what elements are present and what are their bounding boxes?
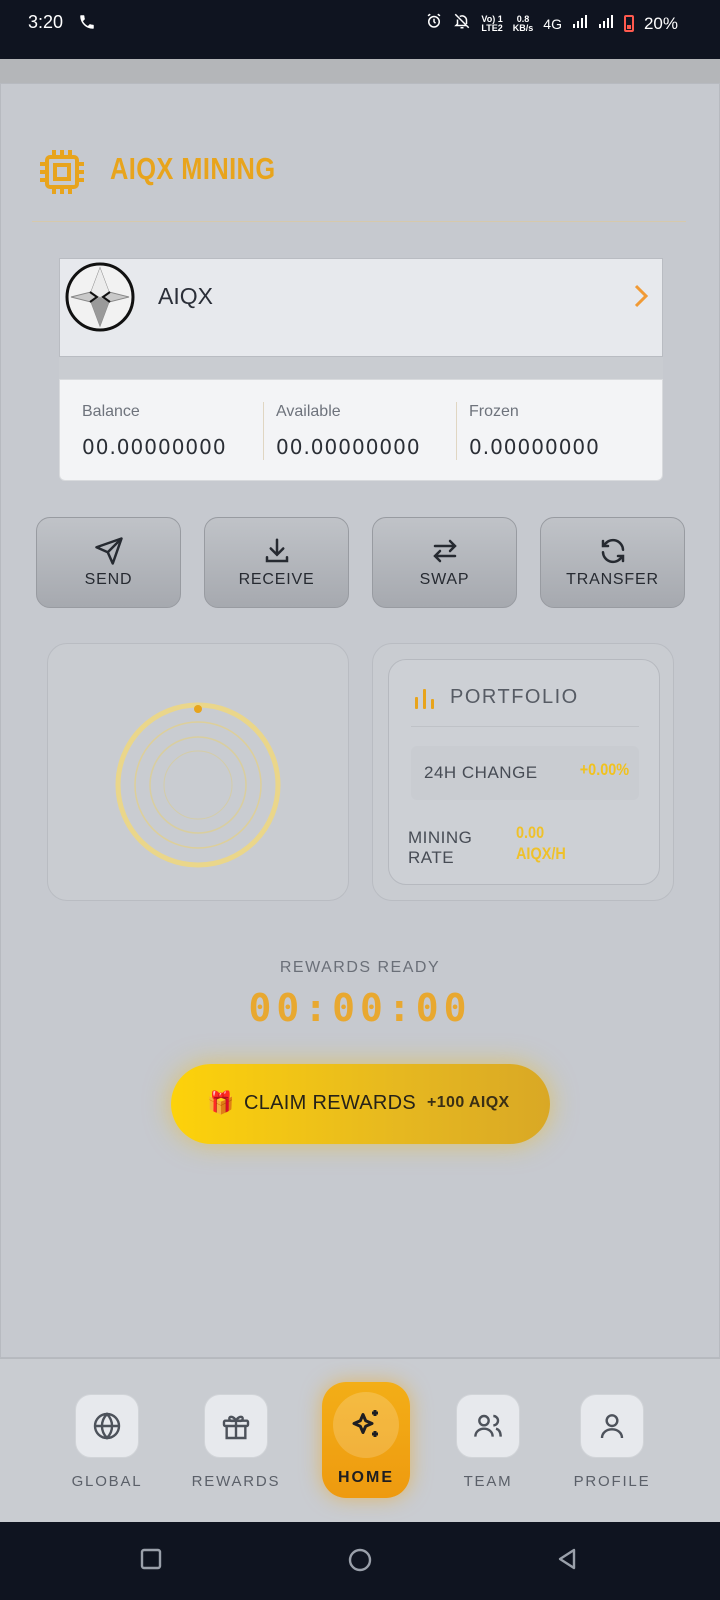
- nav-global-bubble: [75, 1394, 139, 1458]
- mining-rings: [115, 702, 281, 868]
- bar-chart-icon: [413, 685, 437, 716]
- brand-title: AIQX MINING: [110, 151, 276, 186]
- nav-profile-bubble: [580, 1394, 644, 1458]
- back-button[interactable]: [555, 1547, 579, 1576]
- change-row: 24H CHANGE +0.00%: [411, 746, 639, 800]
- back-triangle-icon: [558, 1548, 576, 1570]
- home-system-button[interactable]: [347, 1547, 373, 1578]
- gift-icon: [222, 1415, 250, 1440]
- nav-team-label: TEAM: [463, 1473, 513, 1490]
- top-strip: [0, 59, 720, 83]
- chevron-right-icon: [632, 283, 650, 316]
- balance-divider: [456, 402, 457, 460]
- portfolio-title: PORTFOLIO: [450, 686, 579, 708]
- receive-button[interactable]: RECEIVE: [204, 517, 349, 608]
- coin-logo: [65, 262, 135, 332]
- claim-bonus: +100 AIQX: [427, 1094, 510, 1111]
- gift-icon: 🎁: [207, 1090, 235, 1115]
- send-button[interactable]: SEND: [36, 517, 181, 608]
- nav-team[interactable]: TEAM: [433, 1359, 543, 1523]
- mining-visual-panel: [47, 643, 349, 901]
- balance-divider: [263, 402, 264, 460]
- transfer-label: TRANSFER: [566, 571, 659, 588]
- available-label: Available: [276, 403, 341, 420]
- square-icon: [140, 1548, 162, 1570]
- nav-rewards[interactable]: REWARDS: [181, 1359, 291, 1523]
- portfolio-panel: PORTFOLIO 24H CHANGE +0.00% MINING RATE 0…: [372, 643, 674, 901]
- nav-global[interactable]: GLOBAL: [52, 1359, 162, 1523]
- user-icon: [600, 1414, 624, 1439]
- wallet-spacer: [59, 357, 663, 379]
- mining-rate-label: MINING RATE: [408, 828, 473, 867]
- network-type: 4G: [543, 15, 562, 32]
- users-icon: [474, 1414, 502, 1437]
- send-label: SEND: [84, 571, 133, 588]
- receive-label: RECEIVE: [238, 571, 315, 588]
- balance-label: Balance: [82, 403, 140, 420]
- battery-level: 20%: [643, 13, 678, 33]
- wallet-coin-row[interactable]: AIQX: [59, 258, 663, 357]
- nav-profile[interactable]: PROFILE: [557, 1359, 667, 1523]
- system-nav-bar: [0, 1522, 720, 1600]
- circle-icon: [348, 1548, 372, 1572]
- frozen-value: 0.00000000: [469, 435, 600, 459]
- swap-label: SWAP: [419, 571, 470, 588]
- signal-icon: [572, 13, 588, 34]
- claim-rewards-label: CLAIM REWARDS: [244, 1092, 417, 1114]
- available-value: 00.00000000: [276, 435, 421, 459]
- nav-home-label: HOME: [338, 1469, 394, 1486]
- refresh-icon: [601, 538, 624, 564]
- status-time: 3:20: [28, 12, 64, 32]
- portfolio-divider: [411, 726, 639, 727]
- nav-rewards-bubble: [204, 1394, 268, 1458]
- send-icon: [94, 537, 123, 565]
- claim-rewards-button[interactable]: 🎁 CLAIM REWARDS +100 AIQX: [171, 1064, 550, 1144]
- coin-name: AIQX: [158, 283, 213, 309]
- sparkle-icon: [352, 1410, 378, 1437]
- alarm-icon: [425, 12, 443, 35]
- header-divider: [32, 221, 686, 222]
- nav-team-bubble: [456, 1394, 520, 1458]
- transfer-button[interactable]: TRANSFER: [540, 517, 685, 608]
- nav-global-label: GLOBAL: [71, 1473, 143, 1490]
- change-value: +0.00%: [579, 760, 629, 779]
- recents-button[interactable]: [139, 1547, 163, 1576]
- nav-rewards-label: REWARDS: [191, 1473, 281, 1490]
- volte-indicator: Vo) 1 LTE2: [481, 13, 503, 33]
- wallet-balances: Balance 00.00000000 Available 00.0000000…: [59, 379, 663, 481]
- nav-home[interactable]: HOME: [322, 1382, 410, 1498]
- balance-value: 00.00000000: [82, 435, 227, 459]
- swap-button[interactable]: SWAP: [372, 517, 517, 608]
- status-bar: 3:20 Vo) 1 LTE2 0.8 KB/s 4G 20%: [0, 0, 720, 59]
- battery-icon: [623, 15, 634, 32]
- change-label: 24H CHANGE: [424, 763, 538, 782]
- rewards-timer: 00:00:00: [248, 986, 472, 1030]
- nav-home-bubble: [333, 1392, 399, 1458]
- frozen-label: Frozen: [469, 403, 519, 420]
- mute-icon: [453, 12, 471, 35]
- rewards-label: REWARDS READY: [279, 959, 441, 976]
- mining-rate-value: 0.00 AIQX/H: [516, 823, 566, 863]
- nav-profile-label: PROFILE: [573, 1473, 651, 1490]
- speed-indicator: 0.8 KB/s: [512, 13, 534, 33]
- globe-icon: [93, 1412, 121, 1440]
- swap-icon: [432, 539, 457, 563]
- signal-icon: [598, 13, 614, 34]
- wifi-call-icon: [78, 13, 96, 36]
- download-icon: [265, 538, 288, 563]
- chip-icon: [36, 146, 88, 198]
